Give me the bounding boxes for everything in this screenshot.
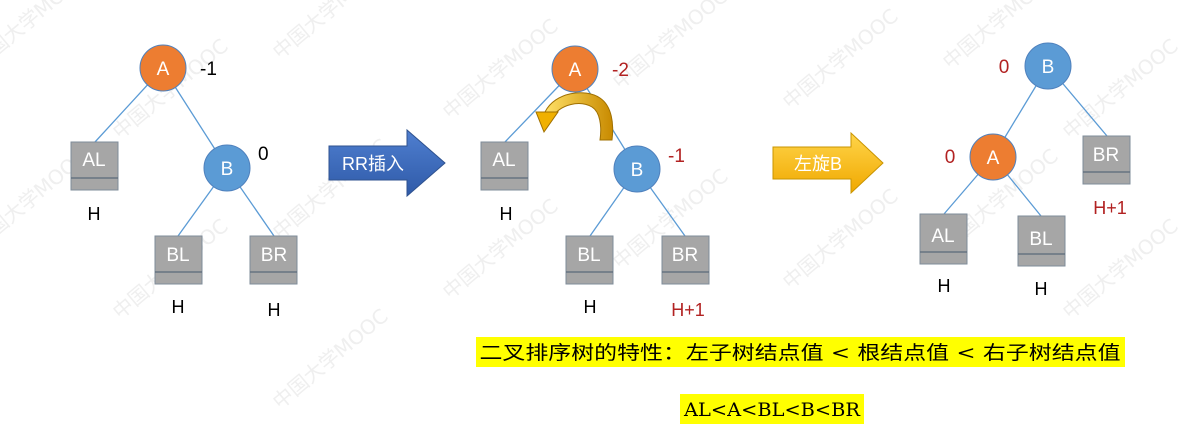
node-b-balance-factor: -1 bbox=[668, 146, 685, 167]
subtree-br: BR bbox=[661, 235, 710, 285]
node-a: A bbox=[139, 44, 187, 92]
node-b-label: B bbox=[631, 160, 644, 181]
subtree-bl-label: BL bbox=[577, 245, 600, 266]
subtree-bl: BL bbox=[154, 235, 203, 285]
bst-property-text: 二叉排序树的特性：左子树结点值 < 根结点值 < 右子树结点值 bbox=[480, 342, 1121, 364]
node-b: B bbox=[1024, 42, 1072, 90]
subtree-al-label: AL bbox=[492, 150, 515, 171]
node-b-balance-factor: 0 bbox=[258, 144, 269, 165]
node-a-balance-factor: -2 bbox=[612, 60, 629, 81]
node-b-label: B bbox=[1042, 57, 1055, 78]
ordering-note: AL<A<BL<B<BR bbox=[680, 394, 864, 424]
subtree-al: AL bbox=[919, 213, 968, 265]
subtree-br-label: BR bbox=[672, 245, 698, 266]
panel-after-insert: A -2 B -1 AL H BL H BR H+1 bbox=[480, 45, 710, 320]
watermark-text: 中国大学MOOC bbox=[0, 0, 93, 74]
node-a-balance-factor: -1 bbox=[200, 59, 217, 80]
node-a-balance-factor: 0 bbox=[945, 147, 956, 168]
subtree-al-label: AL bbox=[82, 150, 105, 171]
node-a-label: A bbox=[569, 60, 582, 81]
subtree-bl-height: H bbox=[172, 297, 185, 317]
watermark-text: 中国大学MOOC bbox=[778, 184, 903, 294]
subtree-br: BR bbox=[1082, 135, 1131, 185]
subtree-bl-height: H bbox=[584, 297, 597, 317]
avl-rr-rotation-diagram: 中国大学MOOC 中国大学MOOC 中国大学MOOC 中国大学MOOC 中国大学… bbox=[0, 0, 1183, 424]
node-a: A bbox=[969, 133, 1017, 181]
subtree-al: AL bbox=[70, 141, 119, 191]
subtree-bl: BL bbox=[1017, 215, 1066, 267]
node-b-label: B bbox=[221, 159, 234, 180]
subtree-br-label: BR bbox=[261, 245, 287, 266]
watermark-text: 中国大学MOOC bbox=[778, 4, 903, 114]
subtree-al: AL bbox=[480, 141, 529, 191]
watermark-text: 中国大学MOOC bbox=[438, 14, 563, 124]
subtree-br-height: H+1 bbox=[671, 300, 705, 320]
node-b-balance-factor: 0 bbox=[999, 57, 1010, 78]
subtree-al-height: H bbox=[938, 276, 951, 296]
subtree-al-height: H bbox=[88, 204, 101, 224]
rotation-curve-arrow bbox=[535, 92, 614, 141]
rotate-left-label: 左旋B bbox=[794, 154, 842, 174]
rr-insert-label: RR插入 bbox=[342, 154, 404, 174]
ordering-text: AL<A<BL<B<BR bbox=[683, 399, 861, 421]
subtree-br-height: H bbox=[268, 300, 281, 320]
subtree-al-label: AL bbox=[931, 226, 954, 247]
subtree-al-height: H bbox=[500, 204, 513, 224]
watermark-text: 中国大学MOOC bbox=[268, 0, 393, 64]
subtree-bl-height: H bbox=[1035, 279, 1048, 299]
subtree-br-label: BR bbox=[1093, 145, 1119, 166]
bst-property-note: 二叉排序树的特性：左子树结点值 < 根结点值 < 右子树结点值 bbox=[476, 337, 1125, 367]
subtree-br: BR bbox=[249, 235, 298, 285]
node-b: B bbox=[613, 145, 661, 193]
subtree-bl-label: BL bbox=[166, 245, 189, 266]
rotate-left-arrow: 左旋B bbox=[772, 131, 884, 195]
subtree-br-height: H+1 bbox=[1093, 198, 1127, 218]
subtree-bl: BL bbox=[565, 235, 614, 285]
watermark-text: 中国大学MOOC bbox=[1058, 214, 1183, 324]
node-a: A bbox=[551, 45, 599, 93]
watermark-text: 中国大学MOOC bbox=[268, 304, 393, 414]
node-b: B bbox=[203, 144, 251, 192]
watermark-text: 中国大学MOOC bbox=[1058, 34, 1183, 144]
node-a-label: A bbox=[987, 148, 1000, 169]
subtree-bl-label: BL bbox=[1029, 229, 1052, 250]
node-a-label: A bbox=[157, 59, 170, 80]
